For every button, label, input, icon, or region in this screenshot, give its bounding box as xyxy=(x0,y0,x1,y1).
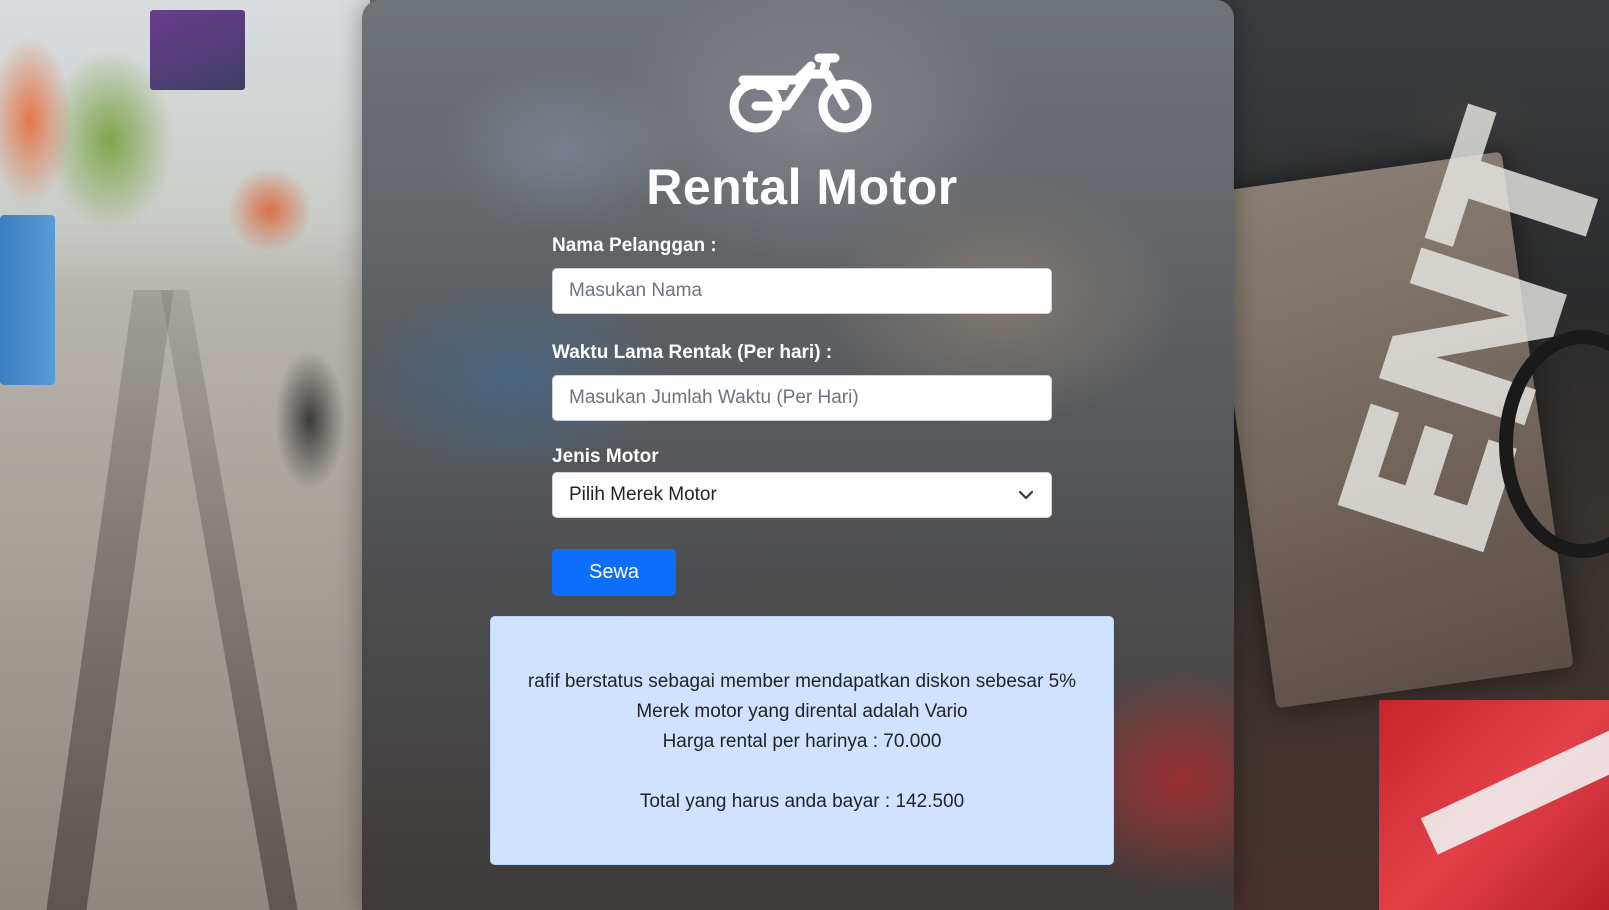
background-left-street xyxy=(0,0,370,910)
result-alert: rafif berstatus sebagai member mendapatk… xyxy=(490,616,1114,865)
chevron-down-icon xyxy=(1018,490,1034,500)
motor-type-label: Jenis Motor xyxy=(552,446,659,467)
background-road-stripe xyxy=(160,290,298,910)
result-price-text: Harga rental per harinya : 70.000 xyxy=(662,731,942,752)
rent-button[interactable]: Sewa xyxy=(552,549,676,596)
duration-label: Waktu Lama Rentak (Per hari) : xyxy=(552,342,833,363)
motor-type-selected: Pilih Merek Motor xyxy=(569,484,717,505)
name-label: Nama Pelanggan : xyxy=(552,235,717,256)
result-discount-text: rafif berstatus sebagai member mendapatk… xyxy=(527,671,1077,692)
duration-input[interactable] xyxy=(552,375,1052,421)
background-right-motorbike: ENT xyxy=(1204,0,1609,910)
page-title: Rental Motor xyxy=(646,159,958,215)
motor-type-select[interactable]: Pilih Merek Motor xyxy=(552,472,1052,518)
result-brand-text: Merek motor yang dirental adalah Vario xyxy=(636,701,968,722)
background-bin xyxy=(0,215,55,385)
background-road-stripe xyxy=(46,290,174,910)
result-total-text: Total yang harus anda bayar : 142.500 xyxy=(639,791,965,812)
background-sign xyxy=(150,10,245,90)
motorcycle-icon xyxy=(729,53,872,133)
name-input[interactable] xyxy=(552,268,1052,314)
